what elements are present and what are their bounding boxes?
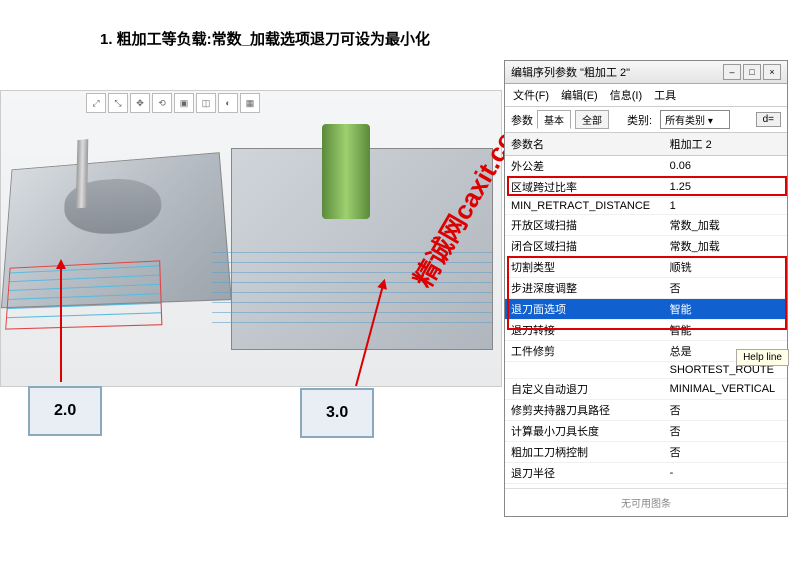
unit-button[interactable]: d=: [756, 112, 781, 127]
panel-titlebar[interactable]: 编辑序列参数 "粗加工 2" – □ ×: [505, 61, 787, 84]
param-value[interactable]: 常数_加载: [664, 215, 787, 236]
menu-tools[interactable]: 工具: [654, 87, 676, 103]
param-name: 退刀半径: [505, 463, 664, 484]
help-tooltip: Help line: [736, 349, 789, 366]
table-row[interactable]: 计算最小刀具长度否: [505, 421, 787, 442]
param-value[interactable]: 否: [664, 278, 787, 299]
table-row[interactable]: 闭合区域扫描常数_加载: [505, 236, 787, 257]
param-name: 修剪夹持器刀具路径: [505, 400, 664, 421]
menu-edit[interactable]: 编辑(E): [561, 87, 598, 103]
zoom-in-icon[interactable]: ⤢: [86, 93, 106, 113]
param-name: 开放区域扫描: [505, 215, 664, 236]
table-row[interactable]: 外公差0.06: [505, 156, 787, 177]
zoom-out-icon[interactable]: ⤡: [108, 93, 128, 113]
col-name[interactable]: 参数名: [505, 133, 664, 156]
shade-icon[interactable]: ◐: [218, 93, 238, 113]
menu-bar: 文件(F) 编辑(E) 信息(I) 工具: [505, 84, 787, 107]
tab-row: 参数 基本 全部 类别: 所有类别 ▾ d=: [505, 107, 787, 133]
table-row[interactable]: MIN_RETRACT_DISTANCE1: [505, 198, 787, 215]
param-value[interactable]: 顺铣: [664, 257, 787, 278]
tab-basic[interactable]: 基本: [537, 110, 571, 129]
page-title: 1. 粗加工等负载:常数_加载选项退刀可设为最小化: [100, 28, 430, 49]
param-name: 自定义自动退刀: [505, 379, 664, 400]
param-name: [505, 362, 664, 379]
arrow-1: [60, 262, 62, 382]
workpiece-right: [231, 148, 493, 350]
table-row[interactable]: 粗加工刀柄控制否: [505, 442, 787, 463]
model-render: [1, 113, 501, 386]
tab-all[interactable]: 全部: [575, 110, 609, 129]
param-value[interactable]: 否: [664, 400, 787, 421]
param-name: 计算最小刀具长度: [505, 421, 664, 442]
menu-file[interactable]: 文件(F): [513, 87, 549, 103]
param-value[interactable]: -: [664, 463, 787, 484]
param-name: 粗加工刀柄控制: [505, 442, 664, 463]
table-row[interactable]: 开放区域扫描常数_加载: [505, 215, 787, 236]
close-icon[interactable]: ×: [763, 64, 781, 80]
parameter-table: 参数名 粗加工 2 外公差0.06区域跨过比率1.25MIN_RETRACT_D…: [505, 133, 787, 484]
table-row[interactable]: 退刀转接智能: [505, 320, 787, 341]
param-name: MIN_RETRACT_DISTANCE: [505, 198, 664, 215]
param-name: 退刀面选项: [505, 299, 664, 320]
pan-icon[interactable]: ✥: [130, 93, 150, 113]
param-name: 切割类型: [505, 257, 664, 278]
table-row[interactable]: 区域跨过比率1.25: [505, 177, 787, 198]
toolpath-region: [5, 260, 162, 329]
rotate-icon[interactable]: ⟲: [152, 93, 172, 113]
parameter-panel: 编辑序列参数 "粗加工 2" – □ × 文件(F) 编辑(E) 信息(I) 工…: [504, 60, 788, 517]
param-value[interactable]: 1: [664, 198, 787, 215]
wire-icon[interactable]: ▦: [240, 93, 260, 113]
param-value[interactable]: 1.25: [664, 177, 787, 198]
table-row[interactable]: 退刀半径-: [505, 463, 787, 484]
table-row[interactable]: 修剪夹持器刀具路径否: [505, 400, 787, 421]
param-name: 区域跨过比率: [505, 177, 664, 198]
param-value[interactable]: MINIMAL_VERTICAL: [664, 379, 787, 400]
maximize-icon[interactable]: □: [743, 64, 761, 80]
category-combo[interactable]: 所有类别 ▾: [660, 110, 730, 129]
toolpath-lines: [212, 249, 492, 329]
param-name: 工件修剪: [505, 341, 664, 362]
view-icon[interactable]: ◫: [196, 93, 216, 113]
cutting-tool: [76, 139, 89, 208]
minimize-icon[interactable]: –: [723, 64, 741, 80]
table-row[interactable]: 切割类型顺铣: [505, 257, 787, 278]
param-value[interactable]: 智能: [664, 320, 787, 341]
param-name: 外公差: [505, 156, 664, 177]
menu-info[interactable]: 信息(I): [610, 87, 642, 103]
tabs-label: 参数: [511, 112, 533, 128]
param-value[interactable]: 常数_加载: [664, 236, 787, 257]
fit-icon[interactable]: ▣: [174, 93, 194, 113]
param-value[interactable]: 否: [664, 442, 787, 463]
cad-viewport[interactable]: ⤢ ⤡ ✥ ⟲ ▣ ◫ ◐ ▦: [0, 90, 502, 387]
workpiece-left: [1, 152, 232, 308]
col-value[interactable]: 粗加工 2: [664, 133, 787, 156]
param-name: 闭合区域扫描: [505, 236, 664, 257]
table-row[interactable]: 自定义自动退刀MINIMAL_VERTICAL: [505, 379, 787, 400]
view-toolbar: ⤢ ⤡ ✥ ⟲ ▣ ◫ ◐ ▦: [86, 93, 260, 111]
category-label: 类别:: [627, 112, 652, 128]
table-row[interactable]: 步进深度调整否: [505, 278, 787, 299]
panel-footer: 无可用图条: [505, 488, 787, 516]
panel-title-text: 编辑序列参数 "粗加工 2": [511, 64, 630, 80]
table-row[interactable]: 退刀面选项智能: [505, 299, 787, 320]
param-name: 步进深度调整: [505, 278, 664, 299]
param-value[interactable]: 否: [664, 421, 787, 442]
callout-version-2: 3.0: [300, 388, 374, 438]
param-value[interactable]: 0.06: [664, 156, 787, 177]
cylinder-tool: [322, 124, 370, 219]
param-value[interactable]: 智能: [664, 299, 787, 320]
callout-version-1: 2.0: [28, 386, 102, 436]
param-name: 退刀转接: [505, 320, 664, 341]
